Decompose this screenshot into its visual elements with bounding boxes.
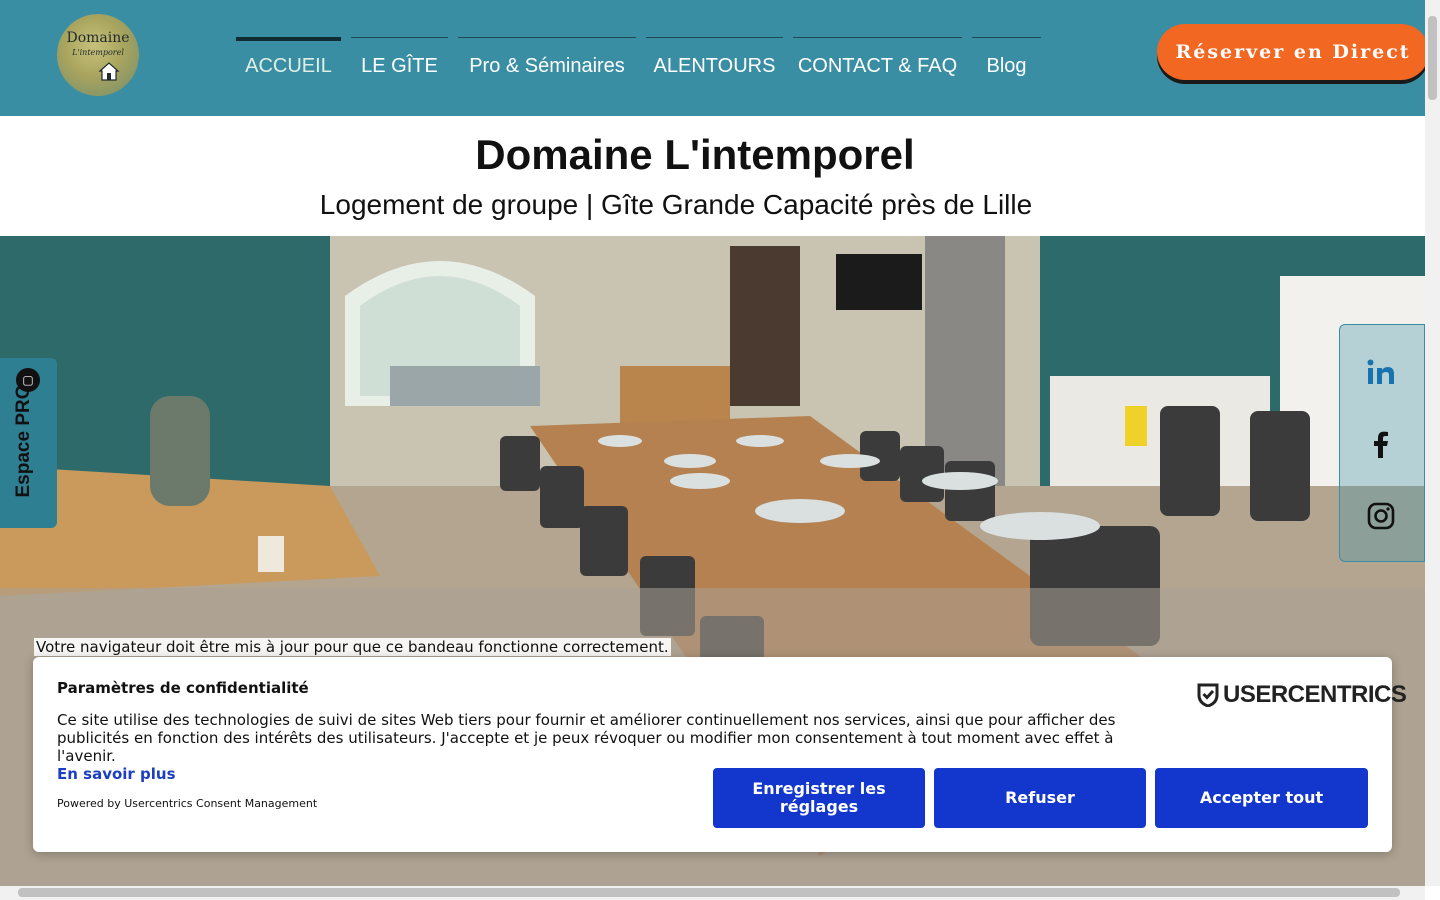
page-subtitle: Logement de groupe | Gîte Grande Capacit… xyxy=(319,189,1033,220)
house-key-icon xyxy=(98,62,120,81)
usercentrics-logo: USERCENTRICS xyxy=(1197,681,1407,709)
facebook-icon[interactable] xyxy=(1366,430,1396,460)
horizontal-scroll-thumb[interactable] xyxy=(18,888,1400,897)
instagram-icon[interactable] xyxy=(1366,501,1396,531)
powered-by-text: Powered by Usercentrics Consent Manageme… xyxy=(57,797,318,810)
accept-all-button[interactable]: Accepter tout xyxy=(1155,768,1368,828)
vertical-scrollbar[interactable] xyxy=(1425,0,1440,886)
logo-line1: Domaine xyxy=(66,30,130,46)
nav-alentours[interactable]: ALENTOURS xyxy=(646,37,783,87)
shield-check-icon xyxy=(1197,683,1219,707)
nav-contact-faq[interactable]: CONTACT & FAQ xyxy=(793,37,962,87)
social-bar xyxy=(1339,324,1425,562)
reserve-direct-button[interactable]: Réserver en Direct xyxy=(1157,24,1429,80)
nav-accueil[interactable]: ACCUEIL xyxy=(236,37,341,87)
linkedin-icon[interactable] xyxy=(1366,357,1396,387)
consent-text: Ce site utilise des technologies de suiv… xyxy=(57,711,1116,765)
espace-pro-tab[interactable]: ▢ Espace PRO xyxy=(0,358,57,528)
vertical-scroll-thumb[interactable] xyxy=(1428,16,1437,100)
consent-title: Paramètres de confidentialité xyxy=(57,679,309,697)
site-header: Domaine L'intemporel ACCUEIL LE GÎTE Pro… xyxy=(0,0,1429,116)
refuse-button[interactable]: Refuser xyxy=(934,768,1146,828)
browser-update-warning: Votre navigateur doit être mis à jour po… xyxy=(34,638,671,656)
espace-pro-label: Espace PRO xyxy=(13,384,34,498)
save-settings-button[interactable]: Enregistrer les réglages xyxy=(713,768,925,828)
logo-line2: L'intemporel xyxy=(72,48,124,57)
learn-more-link[interactable]: En savoir plus xyxy=(57,765,176,783)
consent-banner: Paramètres de confidentialité Ce site ut… xyxy=(33,657,1407,852)
site-logo[interactable]: Domaine L'intemporel xyxy=(57,14,139,96)
nav-pro-seminaires[interactable]: Pro & Séminaires xyxy=(458,37,636,87)
page-title: Domaine L'intemporel xyxy=(475,131,915,178)
nav-le-gite[interactable]: LE GÎTE xyxy=(351,37,448,87)
horizontal-scrollbar[interactable] xyxy=(0,886,1425,900)
nav-blog[interactable]: Blog xyxy=(972,37,1041,87)
usercentrics-wordmark: USERCENTRICS xyxy=(1223,681,1407,708)
